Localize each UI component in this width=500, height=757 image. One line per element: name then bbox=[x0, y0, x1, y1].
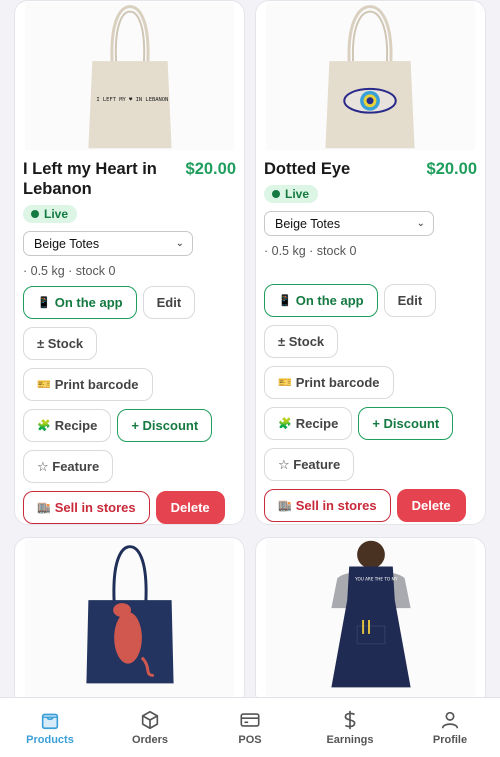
status-label: Live bbox=[285, 187, 310, 201]
card-icon bbox=[240, 713, 260, 727]
nav-products[interactable]: Products bbox=[10, 709, 90, 746]
product-price: $20.00 bbox=[185, 160, 236, 178]
product-meta: · 0.5 kg · stock 0 bbox=[264, 244, 357, 258]
product-image: I LEFT MY ♥ IN LEBANON bbox=[25, 1, 234, 151]
sell-in-stores-button[interactable]: 🏬 Sell in stores bbox=[23, 491, 150, 524]
print-barcode-button[interactable]: 🎫 Print barcode bbox=[23, 368, 153, 401]
nav-pos[interactable]: POS bbox=[210, 709, 290, 746]
on-the-app-button[interactable]: 📱 On the app bbox=[264, 284, 378, 317]
product-title[interactable]: Dotted Eye bbox=[264, 159, 350, 179]
phone-icon: 📱 bbox=[278, 295, 292, 307]
live-dot-icon bbox=[272, 190, 280, 198]
dollar-icon bbox=[344, 710, 356, 730]
store-icon: 🏬 bbox=[37, 502, 51, 514]
category-select[interactable]: Beige Totes ⌄ bbox=[23, 231, 193, 256]
stock-button[interactable]: ± Stock bbox=[264, 325, 339, 358]
product-title[interactable]: I Left my Heart in Lebanon bbox=[23, 159, 173, 199]
nav-label: Orders bbox=[131, 734, 169, 746]
delete-button[interactable]: Delete bbox=[396, 489, 466, 522]
chevron-down-icon: ⌄ bbox=[175, 238, 184, 249]
bag-icon bbox=[41, 713, 59, 730]
apron-print-text: YOU ARE THE TO MY bbox=[354, 576, 398, 581]
product-card: I LEFT MY ♥ IN LEBANON I Left my Heart i… bbox=[14, 0, 245, 525]
nav-label: Products bbox=[26, 734, 74, 746]
status-badge: Live bbox=[23, 205, 78, 223]
product-card: Dotted Eye $20.00 Live Beige Totes ⌄ · 0… bbox=[255, 0, 486, 525]
product-price: $20.00 bbox=[426, 160, 477, 178]
puzzle-icon: 🧩 bbox=[278, 418, 292, 430]
feature-button[interactable]: ☆ Feature bbox=[264, 448, 355, 481]
status-badge: Live bbox=[264, 185, 319, 203]
edit-button[interactable]: Edit bbox=[142, 286, 196, 319]
ticket-icon: 🎫 bbox=[37, 379, 51, 391]
person-icon bbox=[441, 711, 459, 729]
status-label: Live bbox=[44, 207, 69, 221]
nav-label: Earnings bbox=[326, 734, 374, 746]
edit-button[interactable]: Edit bbox=[383, 284, 437, 317]
discount-button[interactable]: + Discount bbox=[117, 409, 213, 442]
product-grid: I LEFT MY ♥ IN LEBANON I Left my Heart i… bbox=[14, 0, 486, 707]
product-card: YOU ARE THE TO MY bbox=[255, 537, 486, 707]
product-image: YOU ARE THE TO MY bbox=[266, 538, 475, 698]
category-value: Beige Totes bbox=[275, 216, 341, 231]
chevron-down-icon: ⌄ bbox=[416, 218, 425, 229]
product-image bbox=[266, 1, 475, 151]
store-icon: 🏬 bbox=[278, 500, 292, 512]
product-meta: · 0.5 kg · stock 0 bbox=[23, 264, 116, 278]
bottom-nav: Products Orders POS Earnings Profile bbox=[0, 697, 500, 757]
box-icon bbox=[141, 710, 159, 730]
category-value: Beige Totes bbox=[34, 236, 100, 251]
delete-button[interactable]: Delete bbox=[155, 491, 225, 524]
sell-in-stores-button[interactable]: 🏬 Sell in stores bbox=[264, 489, 391, 522]
product-image bbox=[25, 538, 234, 698]
print-barcode-button[interactable]: 🎫 Print barcode bbox=[264, 366, 394, 399]
ticket-icon: 🎫 bbox=[278, 377, 292, 389]
nav-label: POS bbox=[238, 734, 262, 746]
recipe-button[interactable]: 🧩 Recipe bbox=[264, 407, 353, 440]
on-the-app-button[interactable]: 📱 On the app bbox=[23, 286, 137, 319]
stock-button[interactable]: ± Stock bbox=[23, 327, 98, 360]
live-dot-icon bbox=[31, 210, 39, 218]
nav-profile[interactable]: Profile bbox=[410, 709, 490, 746]
nav-orders[interactable]: Orders bbox=[110, 709, 190, 746]
feature-button[interactable]: ☆ Feature bbox=[23, 450, 114, 483]
phone-icon: 📱 bbox=[37, 297, 51, 309]
category-select[interactable]: Beige Totes ⌄ bbox=[264, 211, 434, 236]
product-card bbox=[14, 537, 245, 707]
recipe-button[interactable]: 🧩 Recipe bbox=[23, 409, 112, 442]
nav-earnings[interactable]: Earnings bbox=[310, 709, 390, 746]
nav-label: Profile bbox=[432, 734, 468, 746]
tote-print-text: I LEFT MY ♥ IN LEBANON bbox=[96, 97, 168, 103]
puzzle-icon: 🧩 bbox=[37, 420, 51, 432]
discount-button[interactable]: + Discount bbox=[358, 407, 454, 440]
